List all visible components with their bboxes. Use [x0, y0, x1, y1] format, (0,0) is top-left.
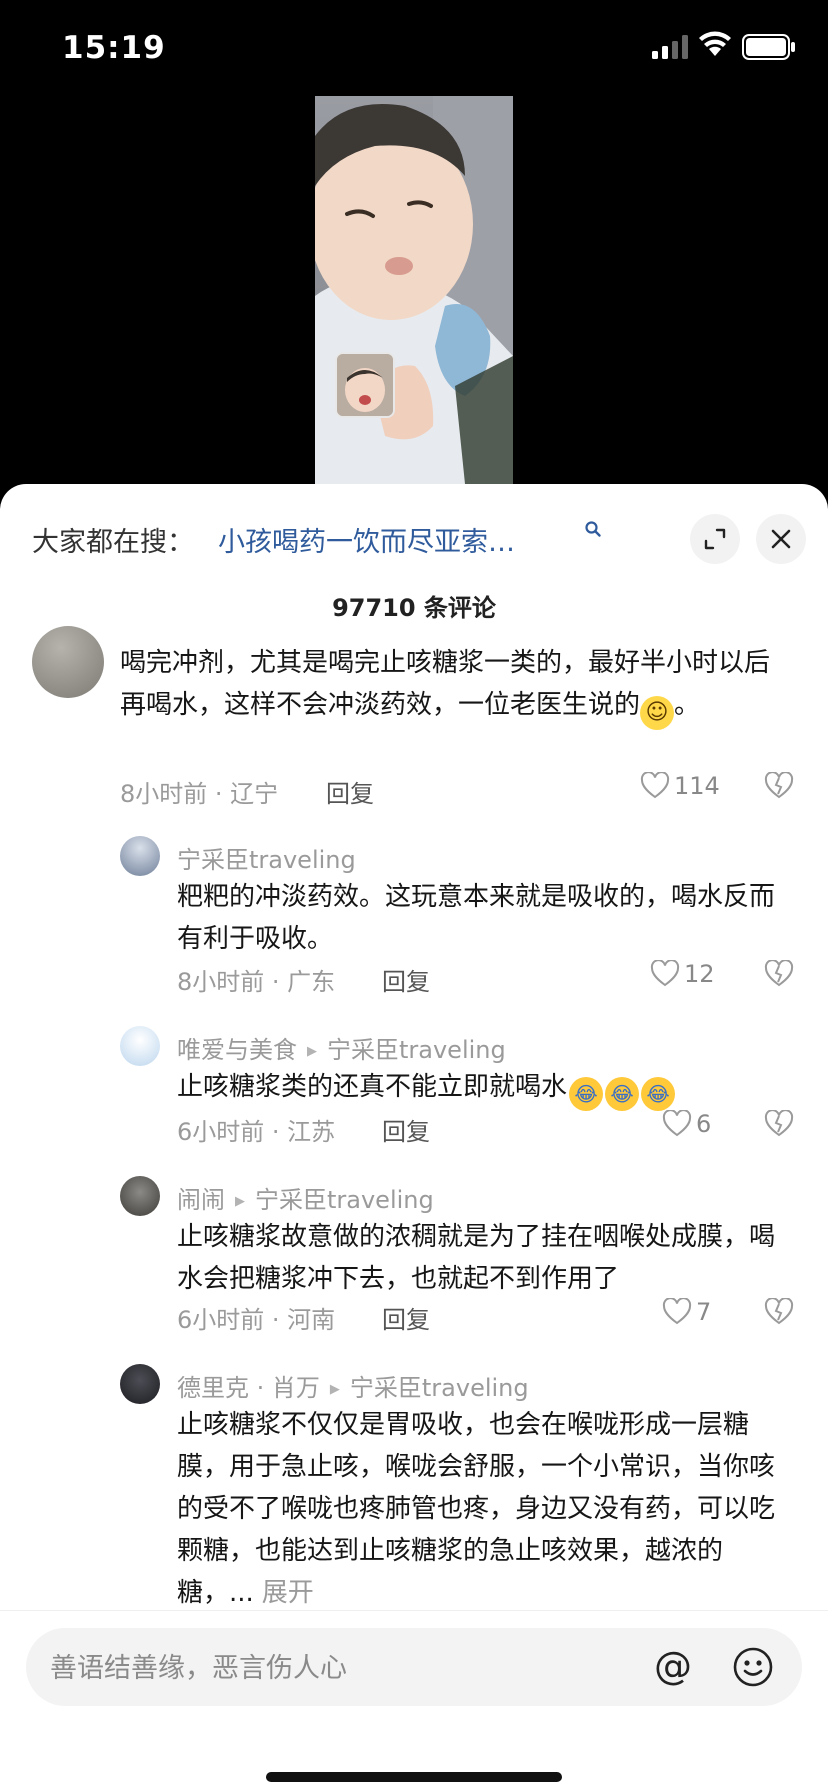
comments-sheet: 大家都在搜： 小孩喝药一饮而尽亚索… 97710 条评论 喝完冲剂，尤其是喝完止…: [0, 484, 828, 1792]
close-icon: [771, 529, 791, 549]
pip-thumbnail[interactable]: [335, 352, 395, 418]
search-icon[interactable]: [584, 520, 602, 538]
reply-text: 止咳糖浆故意做的浓稠就是为了挂在咽喉处成膜，喝水会把糖浆冲下去，也就起不到作用了: [177, 1222, 776, 1294]
reply-arrow-icon: ▶: [329, 1382, 340, 1397]
cellular-signal-icon: [652, 35, 688, 59]
search-prefix-label: 大家都在搜：: [32, 527, 194, 558]
status-time: 15:19: [62, 30, 166, 66]
avatar[interactable]: [32, 626, 104, 698]
close-button[interactable]: [756, 514, 806, 564]
reply-button[interactable]: 回复: [382, 1300, 430, 1335]
expand-icon: [704, 528, 726, 550]
avatar[interactable]: [120, 1176, 160, 1216]
heart-icon: [662, 1110, 692, 1137]
broken-heart-icon[interactable]: [764, 1110, 794, 1138]
heart-icon: [662, 1298, 692, 1325]
heart-icon: [650, 960, 680, 987]
comment-count: 97710 条评论: [332, 594, 496, 622]
comment-input-bar: @: [26, 1628, 802, 1706]
avatar[interactable]: [120, 836, 160, 876]
comment-text: 喝完冲剂，尤其是喝完止咳糖浆一类的，最好半小时以后再喝水，这样不会冲淡药效，一位…: [120, 642, 790, 730]
search-query-link[interactable]: 小孩喝药一饮而尽亚索…: [218, 520, 598, 559]
pip-image: [337, 354, 393, 416]
search-suggestion-bar[interactable]: 大家都在搜： 小孩喝药一饮而尽亚索…: [32, 512, 806, 564]
laugh-emoji-icon: 😂: [605, 1077, 640, 1111]
reply-button[interactable]: 回复: [382, 962, 430, 997]
reply-button[interactable]: 回复: [382, 1112, 430, 1147]
avatar[interactable]: [120, 1364, 160, 1404]
divider: [0, 1610, 828, 1611]
reply-meta: 6小时前 · 江苏: [177, 1118, 336, 1146]
broken-heart-icon[interactable]: [764, 1298, 794, 1326]
reply-author-line: 德里克 · 肖万 ▶ 宁采臣traveling: [177, 1368, 529, 1403]
reply-text: 止咳糖浆类的还真不能立即就喝水 😂 😂 😂: [177, 1066, 797, 1111]
mention-button[interactable]: @: [654, 1646, 692, 1686]
battery-icon: [742, 34, 795, 60]
laugh-emoji-icon: 😂: [569, 1077, 604, 1111]
like-button[interactable]: 6: [662, 1110, 711, 1138]
comment-meta: 8小时前 · 辽宁: [120, 780, 279, 808]
avatar[interactable]: [120, 1026, 160, 1066]
reply-meta: 8小时前 · 广东: [177, 968, 336, 996]
author-name[interactable]: 德里克 · 肖万: [177, 1374, 320, 1402]
like-button[interactable]: 7: [662, 1298, 711, 1326]
home-indicator: [266, 1772, 562, 1782]
reply-arrow-icon: ▶: [307, 1044, 317, 1059]
video-frame-image: [315, 96, 513, 484]
reply-meta: 6小时前 · 河南: [177, 1306, 336, 1334]
status-bar: 15:19: [0, 0, 828, 96]
like-button[interactable]: 12: [650, 960, 715, 988]
reply-text: 止咳糖浆不仅仅是胃吸收，也会在喉咙形成一层糖膜，用于急止咳，喉咙会舒服，一个小常…: [177, 1410, 776, 1608]
reply-to-name[interactable]: 宁采臣traveling: [255, 1186, 434, 1214]
like-button[interactable]: 114: [640, 772, 720, 800]
author-name[interactable]: 闹闹: [177, 1186, 225, 1214]
like-count: 7: [696, 1298, 712, 1326]
like-count: 6: [696, 1110, 712, 1138]
reply-to-name[interactable]: 宁采臣traveling: [327, 1036, 506, 1064]
laugh-emoji-icon: 😂: [641, 1077, 676, 1111]
like-count: 12: [684, 960, 715, 988]
heart-icon: [640, 772, 670, 799]
reply-author-line: 闹闹 ▶ 宁采臣traveling: [177, 1180, 434, 1215]
reply-arrow-icon: ▶: [235, 1194, 245, 1209]
reply-to-name[interactable]: 宁采臣traveling: [350, 1374, 529, 1402]
comment-input[interactable]: [48, 1640, 652, 1696]
broken-heart-icon[interactable]: [764, 772, 794, 800]
like-count: 114: [674, 772, 720, 800]
wifi-icon: [699, 31, 731, 56]
expand-button[interactable]: [690, 514, 740, 564]
reply-author-line: 唯爱与美食 ▶ 宁采臣traveling: [177, 1030, 506, 1065]
smile-face-icon[interactable]: [732, 1646, 774, 1688]
smile-emoji-icon: ☺: [640, 696, 675, 730]
reply-author-line: 宁采臣traveling: [177, 840, 356, 875]
video-player[interactable]: [315, 96, 513, 484]
broken-heart-icon[interactable]: [764, 960, 794, 988]
expand-link[interactable]: 展开: [262, 1578, 314, 1608]
reply-text: 粑粑的冲淡药效。这玩意本来就是吸收的，喝水反而有利于吸收。: [177, 882, 776, 954]
author-name[interactable]: 唯爱与美食: [177, 1036, 297, 1064]
reply-button[interactable]: 回复: [326, 774, 374, 809]
author-name[interactable]: 宁采臣traveling: [177, 846, 356, 874]
